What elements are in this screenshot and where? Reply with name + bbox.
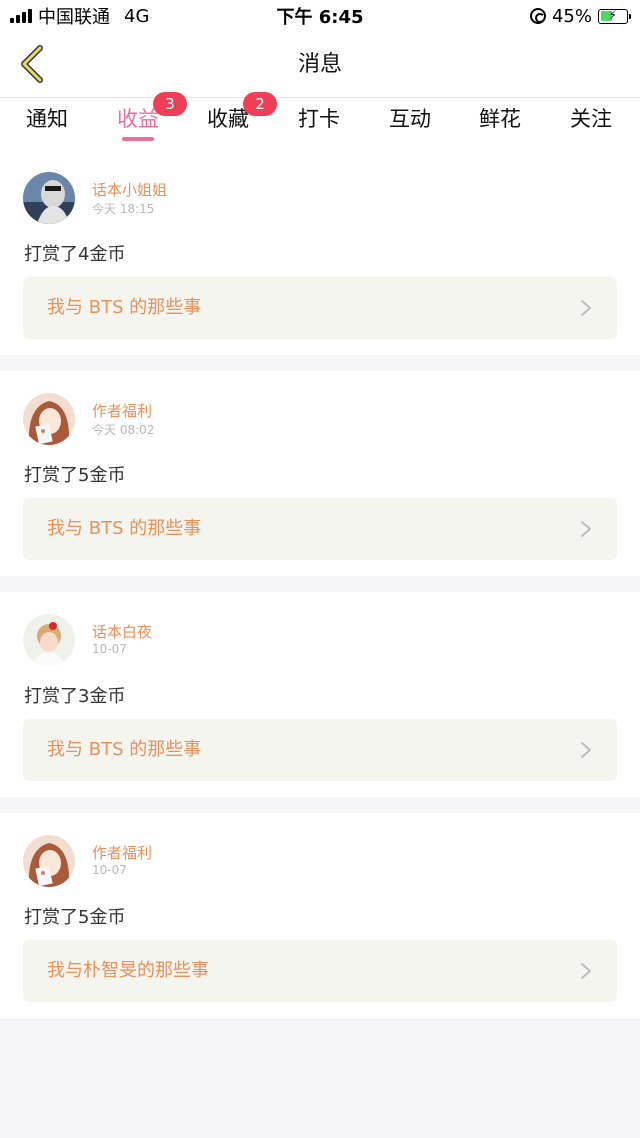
action-text: 打赏了4金币 [24, 244, 126, 265]
tab-bar: 通知 收益 3 收藏 2 打卡 互动 鲜花 关注 [0, 92, 640, 150]
unread-badge: 2 [243, 92, 277, 116]
tab-checkin[interactable]: 打卡 [284, 98, 354, 150]
tab-flowers[interactable]: 鲜花 [465, 98, 535, 150]
tab-label: 打卡 [298, 107, 340, 131]
charging-bolt-icon: ⚡ [608, 8, 617, 22]
tab-label: 收益 [117, 107, 159, 131]
chevron-right-icon [581, 963, 591, 979]
avatar[interactable] [23, 835, 75, 887]
back-button[interactable] [10, 42, 54, 86]
chevron-right-icon [581, 521, 591, 537]
tab-interaction[interactable]: 互动 [375, 98, 445, 150]
page-title: 消息 [297, 52, 342, 77]
avatar[interactable] [23, 614, 75, 666]
battery-fill: ⚡ [600, 8, 617, 22]
user-name[interactable]: 话本小姐姐 [92, 179, 167, 200]
message-card: 作者福利 10-07 打赏了5金币 我与朴智旻的那些事 [0, 813, 640, 1018]
user-name[interactable]: 作者福利 [92, 400, 152, 421]
back-arrow-icon [21, 45, 43, 83]
message-card: 作者福利 今天 08:02 打赏了5金币 我与 BTS 的那些事 [0, 371, 640, 576]
post-time: 今天 08:02 [92, 423, 155, 437]
book-link[interactable]: 我与 BTS 的那些事 [23, 719, 617, 781]
nav-header: 消息 [0, 32, 640, 98]
active-tab-indicator [122, 137, 154, 141]
message-card: 话本小姐姐 今天 18:15 打赏了4金币 我与 BTS 的那些事 [0, 150, 640, 355]
post-time: 10-07 [92, 642, 127, 656]
action-text: 打赏了3金币 [24, 686, 126, 707]
tab-notifications[interactable]: 通知 [12, 98, 82, 150]
status-bar: 中国联通 4G 下午 6:45 45% ⚡ [0, 0, 640, 32]
tab-label: 关注 [570, 107, 612, 131]
tab-label: 互动 [389, 107, 431, 131]
book-link[interactable]: 我与 BTS 的那些事 [23, 277, 617, 339]
book-link[interactable]: 我与 BTS 的那些事 [23, 498, 617, 560]
orientation-lock-icon [529, 8, 546, 24]
book-title: 我与 BTS 的那些事 [47, 518, 202, 539]
book-title: 我与朴智旻的那些事 [47, 960, 209, 981]
post-time: 10-07 [92, 863, 127, 877]
battery-icon: ⚡ [598, 8, 631, 24]
tab-following[interactable]: 关注 [556, 98, 626, 150]
chevron-right-icon [581, 300, 591, 316]
network-label: 4G [124, 5, 150, 27]
user-name[interactable]: 话本白夜 [92, 621, 152, 642]
unread-badge: 3 [153, 92, 187, 116]
book-title: 我与 BTS 的那些事 [47, 297, 202, 318]
carrier-label: 中国联通 [38, 7, 110, 28]
user-name[interactable]: 作者福利 [92, 842, 152, 863]
status-right: 45% ⚡ [529, 5, 631, 27]
signal-icon [10, 9, 32, 23]
tab-label: 收藏 [207, 107, 249, 131]
book-link[interactable]: 我与朴智旻的那些事 [23, 940, 617, 1002]
tab-favorites[interactable]: 收藏 2 [193, 92, 277, 150]
tab-earnings[interactable]: 收益 3 [103, 92, 187, 150]
chevron-right-icon [581, 742, 591, 758]
action-text: 打赏了5金币 [24, 465, 126, 486]
message-card: 话本白夜 10-07 打赏了3金币 我与 BTS 的那些事 [0, 592, 640, 797]
battery-percent: 45% [551, 5, 592, 27]
avatar[interactable] [23, 172, 75, 224]
tab-label: 鲜花 [479, 107, 521, 131]
book-title: 我与 BTS 的那些事 [47, 739, 202, 760]
post-time: 今天 18:15 [92, 202, 155, 216]
status-left: 中国联通 4G [10, 3, 149, 29]
tab-label: 通知 [26, 107, 68, 131]
avatar[interactable] [23, 393, 75, 445]
action-text: 打赏了5金币 [24, 907, 126, 928]
